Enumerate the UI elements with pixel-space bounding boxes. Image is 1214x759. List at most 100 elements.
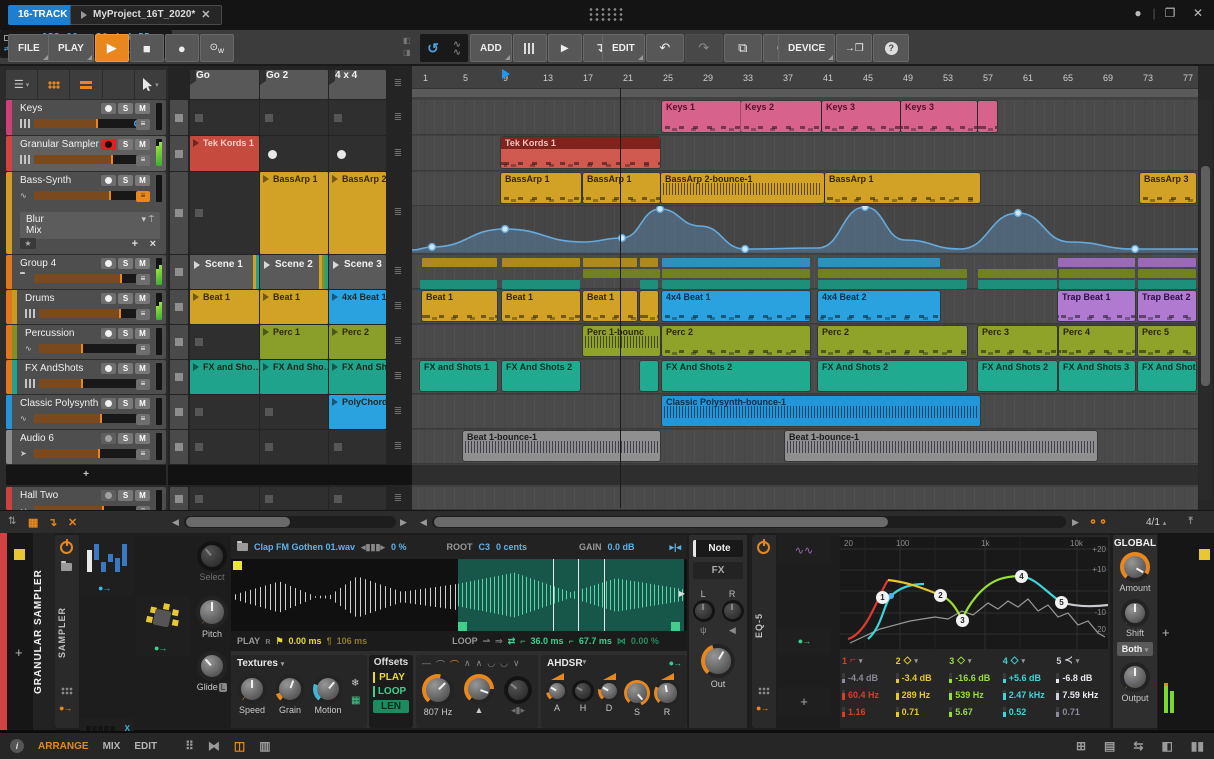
shift-knob[interactable] xyxy=(1121,599,1149,627)
arranger-clip[interactable]: Keys 1 xyxy=(662,101,741,132)
mute-button[interactable]: M xyxy=(135,490,150,501)
edit-view-button[interactable]: EDIT xyxy=(134,741,157,752)
launcher-clip[interactable]: Beat 1 xyxy=(260,290,328,324)
launcher-cell[interactable] xyxy=(190,395,259,429)
scrollbar-thumb[interactable] xyxy=(434,517,888,527)
band-number[interactable]: 2 xyxy=(896,656,901,666)
cents-value[interactable]: 0 cents xyxy=(496,542,527,552)
sample-folder-icon[interactable] xyxy=(237,541,248,551)
root-note[interactable]: C3 xyxy=(478,542,490,552)
note-tab[interactable]: Note xyxy=(693,540,743,557)
launcher-stop-fx[interactable] xyxy=(170,360,188,394)
env-spike-icon[interactable]: ∧ xyxy=(476,658,483,671)
undo-icon[interactable]: ↶ xyxy=(645,34,684,62)
device-power-icon[interactable] xyxy=(60,539,73,554)
solo-button[interactable]: S xyxy=(118,398,133,409)
track-menu-button[interactable]: ≡ xyxy=(136,414,150,425)
redo-icon[interactable]: ↷ xyxy=(684,34,723,62)
launcher-cell[interactable] xyxy=(190,430,259,464)
arranger-row-perc[interactable]: Perc 1-bounc Perc 2 Perc 2 Perc 3 Perc 4 Perc… xyxy=(412,325,1198,359)
band-gain-value[interactable]: -16.6 dB xyxy=(955,673,990,683)
layout-rows-icon[interactable] xyxy=(70,70,102,99)
favorite-icon[interactable]: ★ xyxy=(20,238,36,249)
solo-button[interactable]: S xyxy=(118,139,133,150)
output-knob[interactable] xyxy=(1120,662,1150,692)
sample-start-handle[interactable] xyxy=(233,561,242,570)
arranger-clip[interactable]: Keys 2 xyxy=(741,101,821,132)
solo-button[interactable]: S xyxy=(118,328,133,339)
device-name[interactable]: SAMPLER xyxy=(57,587,77,677)
arranger-clip[interactable]: BassArp 3 xyxy=(1140,173,1196,203)
select-knob[interactable] xyxy=(197,541,227,571)
mode-dropdown[interactable]: Both ▾ xyxy=(1117,642,1153,656)
arranger-row-audio6[interactable]: Beat 1-bounce-1 Beat 1-bounce-1 xyxy=(412,430,1198,464)
band-q-value[interactable]: 0.71 xyxy=(902,707,920,717)
launcher-clip[interactable]: PolyChords xyxy=(329,395,386,429)
band-type-icon[interactable]: ◇ xyxy=(1011,655,1019,666)
arranger-clip[interactable]: Trap Beat 1 xyxy=(1058,291,1135,321)
launcher-cell[interactable] xyxy=(260,136,328,171)
keytrack-knob[interactable] xyxy=(464,674,494,704)
arranger-hscrollbar[interactable] xyxy=(432,516,1066,528)
stop-button[interactable]: ■ xyxy=(129,34,164,62)
launcher-return-icon[interactable]: ↴ xyxy=(48,516,57,529)
launcher-stop-keys[interactable] xyxy=(170,100,188,135)
eq-graph[interactable]: 20 100 1k 10k +20 +10 -10 -20 12345 xyxy=(840,537,1108,649)
device-chain-selector[interactable]: Blur Mix ▾ ⍑ xyxy=(20,212,160,239)
mute-button[interactable]: M xyxy=(135,328,150,339)
launcher-cell[interactable] xyxy=(260,487,328,510)
arranger-clip[interactable]: Keys 3 xyxy=(822,101,900,132)
row-menu-icon[interactable]: ≣ xyxy=(388,148,408,159)
launcher-stop-all-icon[interactable]: ✕ xyxy=(68,516,77,529)
volume-slider[interactable] xyxy=(34,191,144,200)
band-gain-value[interactable]: -4.4 dB xyxy=(848,673,878,683)
launcher-cell[interactable] xyxy=(260,100,328,135)
sample-start-value[interactable]: 0.00 ms xyxy=(289,636,322,646)
automation-write-icon[interactable]: ⊙w xyxy=(199,34,234,62)
track-row-granular[interactable]: Granular Sampler S M ≡ xyxy=(6,136,166,171)
add-audio-track-icon[interactable]: ▶ xyxy=(547,34,582,62)
arranger-clip[interactable]: Perc 2 xyxy=(662,326,810,356)
loop-pingpong-icon[interactable]: ⇄ xyxy=(508,636,516,647)
scrollbar-thumb[interactable] xyxy=(186,517,290,527)
add-track-row[interactable]: + xyxy=(6,465,166,485)
band-number[interactable]: 5 xyxy=(1056,656,1061,666)
launcher-cell[interactable] xyxy=(190,487,259,510)
group-scene-clip[interactable]: Scene 2 xyxy=(260,255,328,289)
close-window-icon[interactable]: ✕ xyxy=(1188,6,1208,20)
group-scene-clip[interactable]: Scene 3 xyxy=(329,255,386,289)
band-type-caret-icon[interactable]: ▾ xyxy=(1022,657,1026,665)
band-gain-value[interactable]: +5.6 dB xyxy=(1009,673,1041,683)
play-start-marker[interactable] xyxy=(502,69,510,79)
restore-window-icon[interactable]: ❐ xyxy=(1160,6,1180,20)
band-type-icon[interactable]: ◇ xyxy=(957,655,965,666)
row-menu-icon[interactable]: ≣ xyxy=(388,406,408,417)
mod-source-icon[interactable]: ●→ xyxy=(154,643,167,653)
arranger-clip[interactable] xyxy=(978,101,997,132)
mute-button[interactable]: M xyxy=(135,433,150,444)
mix-view-button[interactable]: MIX xyxy=(103,741,121,752)
freeze-icon[interactable]: ❄ xyxy=(351,678,360,689)
ahdsr-d-knob[interactable] xyxy=(598,680,620,702)
env-v-icon[interactable]: ∨ xyxy=(513,658,520,671)
launcher-cell[interactable] xyxy=(190,172,259,254)
arranger-clip[interactable]: Perc 2 xyxy=(818,326,967,356)
link-icon[interactable]: ⧓ xyxy=(208,739,220,753)
arm-button[interactable] xyxy=(101,398,116,409)
chain-io-swatch[interactable] xyxy=(1199,549,1210,560)
automation-node[interactable] xyxy=(740,244,750,253)
add-instrument-track-icon[interactable] xyxy=(512,34,547,62)
motion-knob[interactable] xyxy=(313,674,343,704)
modulators-icon[interactable]: ●→ xyxy=(59,703,72,713)
arranger-row-keys[interactable]: Keys 1 Keys 2 Keys 3 Keys 3 xyxy=(412,100,1198,135)
device-power-icon[interactable] xyxy=(757,539,770,554)
timeline-ruler[interactable]: 1 5 9 13 17 21 25 29 33 37 41 45 49 53 57 61 65 69 73 77 xyxy=(412,69,1198,88)
arrange-view-button[interactable]: ARRANGE xyxy=(38,741,89,752)
arranger-clip[interactable]: BassArp 1 xyxy=(825,173,980,203)
fx-tab[interactable]: FX xyxy=(693,562,743,579)
launcher-stop-perc[interactable] xyxy=(170,325,188,359)
automation-node[interactable] xyxy=(1130,244,1140,253)
band-number[interactable]: 3 xyxy=(949,656,954,666)
volume-slider[interactable] xyxy=(34,414,144,423)
solo-button[interactable]: S xyxy=(118,490,133,501)
